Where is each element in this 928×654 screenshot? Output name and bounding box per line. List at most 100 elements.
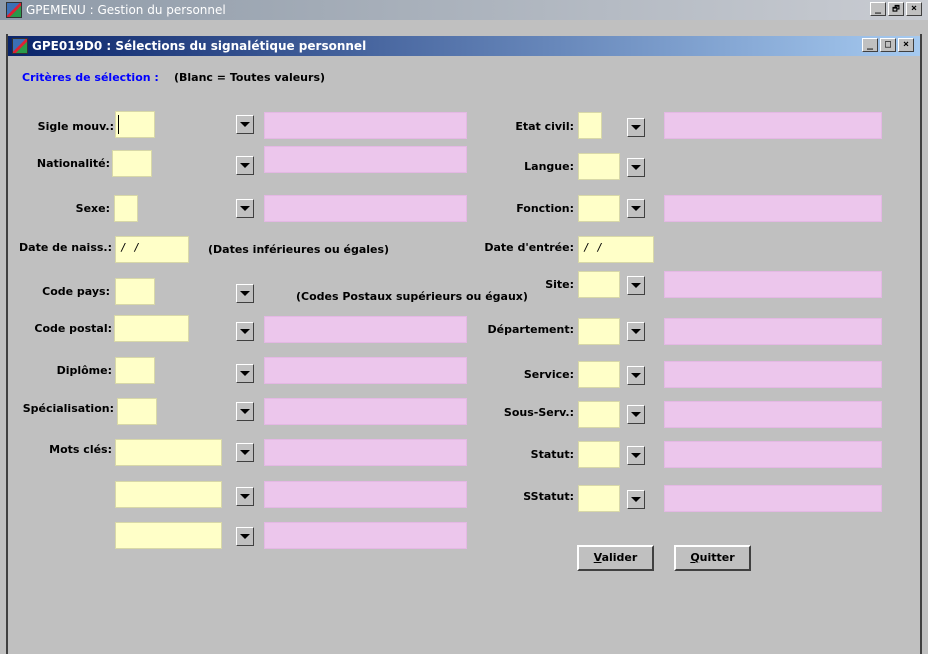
mots-cles-input-3[interactable]: [115, 522, 222, 549]
nationalite-dropdown-button[interactable]: [236, 156, 254, 175]
code-pays-dropdown-button[interactable]: [236, 284, 254, 303]
app-title-bar: GPEMENU : Gestion du personnel _ 🗗 ×: [0, 0, 928, 20]
service-label: Service:: [523, 368, 574, 381]
sigle-mouv-input[interactable]: [115, 111, 155, 138]
child-title: GPE019D0 : Sélections du signalétique pe…: [32, 39, 367, 53]
app-close-button[interactable]: ×: [906, 2, 922, 16]
fonction-dropdown-button[interactable]: [627, 199, 645, 218]
site-description: [664, 271, 882, 298]
statut-label: Statut:: [530, 448, 574, 461]
sexe-input[interactable]: [114, 195, 138, 222]
sstatut-label: SStatut:: [523, 490, 574, 503]
mots-cles-3-dropdown-button[interactable]: [236, 527, 254, 546]
text-cursor: [118, 115, 119, 134]
nationalite-label: Nationalité:: [36, 157, 110, 170]
code-postal-dropdown-button[interactable]: [236, 322, 254, 341]
diplome-input[interactable]: [115, 357, 155, 384]
mots-cles-1-description: [264, 439, 467, 466]
diplome-dropdown-button[interactable]: [236, 364, 254, 383]
dates-note: (Dates inférieures ou égales): [208, 243, 390, 256]
date-naiss-input[interactable]: / /: [115, 236, 189, 263]
specialisation-input[interactable]: [117, 398, 157, 425]
code-pays-input[interactable]: [115, 278, 155, 305]
langue-input[interactable]: [578, 153, 620, 180]
fonction-input[interactable]: [578, 195, 620, 222]
sigle-mouv-description: [264, 112, 467, 139]
code-pays-label: Code pays:: [42, 285, 110, 298]
app-window-controls: _ 🗗 ×: [870, 2, 922, 16]
mots-cles-2-dropdown-button[interactable]: [236, 487, 254, 506]
specialisation-description: [264, 398, 467, 425]
quitter-accel: Q: [690, 551, 700, 564]
mots-cles-1-dropdown-button[interactable]: [236, 443, 254, 462]
mots-cles-2-description: [264, 481, 467, 508]
code-postal-input[interactable]: [114, 315, 189, 342]
app-title: GPEMENU : Gestion du personnel: [26, 3, 226, 17]
valider-button[interactable]: Valider: [577, 545, 654, 571]
sexe-dropdown-button[interactable]: [236, 199, 254, 218]
sous-serv-label: Sous-Serv.:: [503, 406, 574, 419]
valider-label: alider: [601, 551, 638, 564]
langue-dropdown-button[interactable]: [627, 158, 645, 177]
app-restore-button[interactable]: 🗗: [888, 2, 904, 16]
child-title-bar: GPE019D0 : Sélections du signalétique pe…: [8, 36, 920, 56]
app-minimize-button[interactable]: _: [870, 2, 886, 16]
service-input[interactable]: [578, 361, 620, 388]
sigle-mouv-label: Sigle mouv.:: [37, 120, 114, 133]
sstatut-description: [664, 485, 882, 512]
criteria-hint: (Blanc = Toutes valeurs): [174, 71, 326, 84]
site-input[interactable]: [578, 271, 620, 298]
sous-serv-input[interactable]: [578, 401, 620, 428]
departement-dropdown-button[interactable]: [627, 322, 645, 341]
specialisation-dropdown-button[interactable]: [236, 402, 254, 421]
code-postal-label: Code postal:: [34, 322, 112, 335]
etat-civil-label: Etat civil:: [515, 120, 574, 133]
langue-label: Langue:: [524, 160, 574, 173]
sstatut-dropdown-button[interactable]: [627, 490, 645, 509]
departement-description: [664, 318, 882, 345]
departement-input[interactable]: [578, 318, 620, 345]
site-label: Site:: [545, 278, 574, 291]
nationalite-description: [264, 146, 467, 173]
sous-serv-dropdown-button[interactable]: [627, 405, 645, 424]
departement-label: Département:: [487, 323, 574, 336]
criteria-heading: Critères de sélection :: [22, 71, 159, 84]
quitter-label: uitter: [699, 551, 735, 564]
sigle-mouv-dropdown-button[interactable]: [236, 115, 254, 134]
service-description: [664, 361, 882, 388]
child-maximize-button[interactable]: □: [880, 38, 896, 52]
etat-civil-dropdown-button[interactable]: [627, 118, 645, 137]
valider-accel: V: [593, 551, 602, 564]
child-window-controls: _ □ ×: [862, 38, 914, 52]
diplome-description: [264, 357, 467, 384]
mots-cles-3-description: [264, 522, 467, 549]
statut-input[interactable]: [578, 441, 620, 468]
statut-description: [664, 441, 882, 468]
child-minimize-button[interactable]: _: [862, 38, 878, 52]
fonction-description: [664, 195, 882, 222]
app-icon[interactable]: [6, 2, 22, 18]
mots-cles-label: Mots clés:: [49, 443, 112, 456]
child-close-button[interactable]: ×: [898, 38, 914, 52]
date-naiss-label: Date de naiss.:: [19, 241, 112, 254]
date-entree-label: Date d'entrée:: [484, 241, 574, 254]
statut-dropdown-button[interactable]: [627, 446, 645, 465]
sstatut-input[interactable]: [578, 485, 620, 512]
postal-note: (Codes Postaux supérieurs ou égaux): [296, 290, 528, 303]
mots-cles-input-2[interactable]: [115, 481, 222, 508]
date-entree-input[interactable]: / /: [578, 236, 654, 263]
etat-civil-description: [664, 112, 882, 139]
code-postal-description: [264, 316, 467, 343]
mots-cles-input-1[interactable]: [115, 439, 222, 466]
nationalite-input[interactable]: [112, 150, 152, 177]
diplome-label: Diplôme:: [56, 364, 112, 377]
child-window-icon[interactable]: [12, 38, 28, 54]
sexe-description: [264, 195, 467, 222]
sexe-label: Sexe:: [75, 202, 110, 215]
sous-serv-description: [664, 401, 882, 428]
service-dropdown-button[interactable]: [627, 366, 645, 385]
quitter-button[interactable]: Quitter: [674, 545, 751, 571]
site-dropdown-button[interactable]: [627, 276, 645, 295]
etat-civil-input[interactable]: [578, 112, 602, 139]
fonction-label: Fonction:: [516, 202, 574, 215]
